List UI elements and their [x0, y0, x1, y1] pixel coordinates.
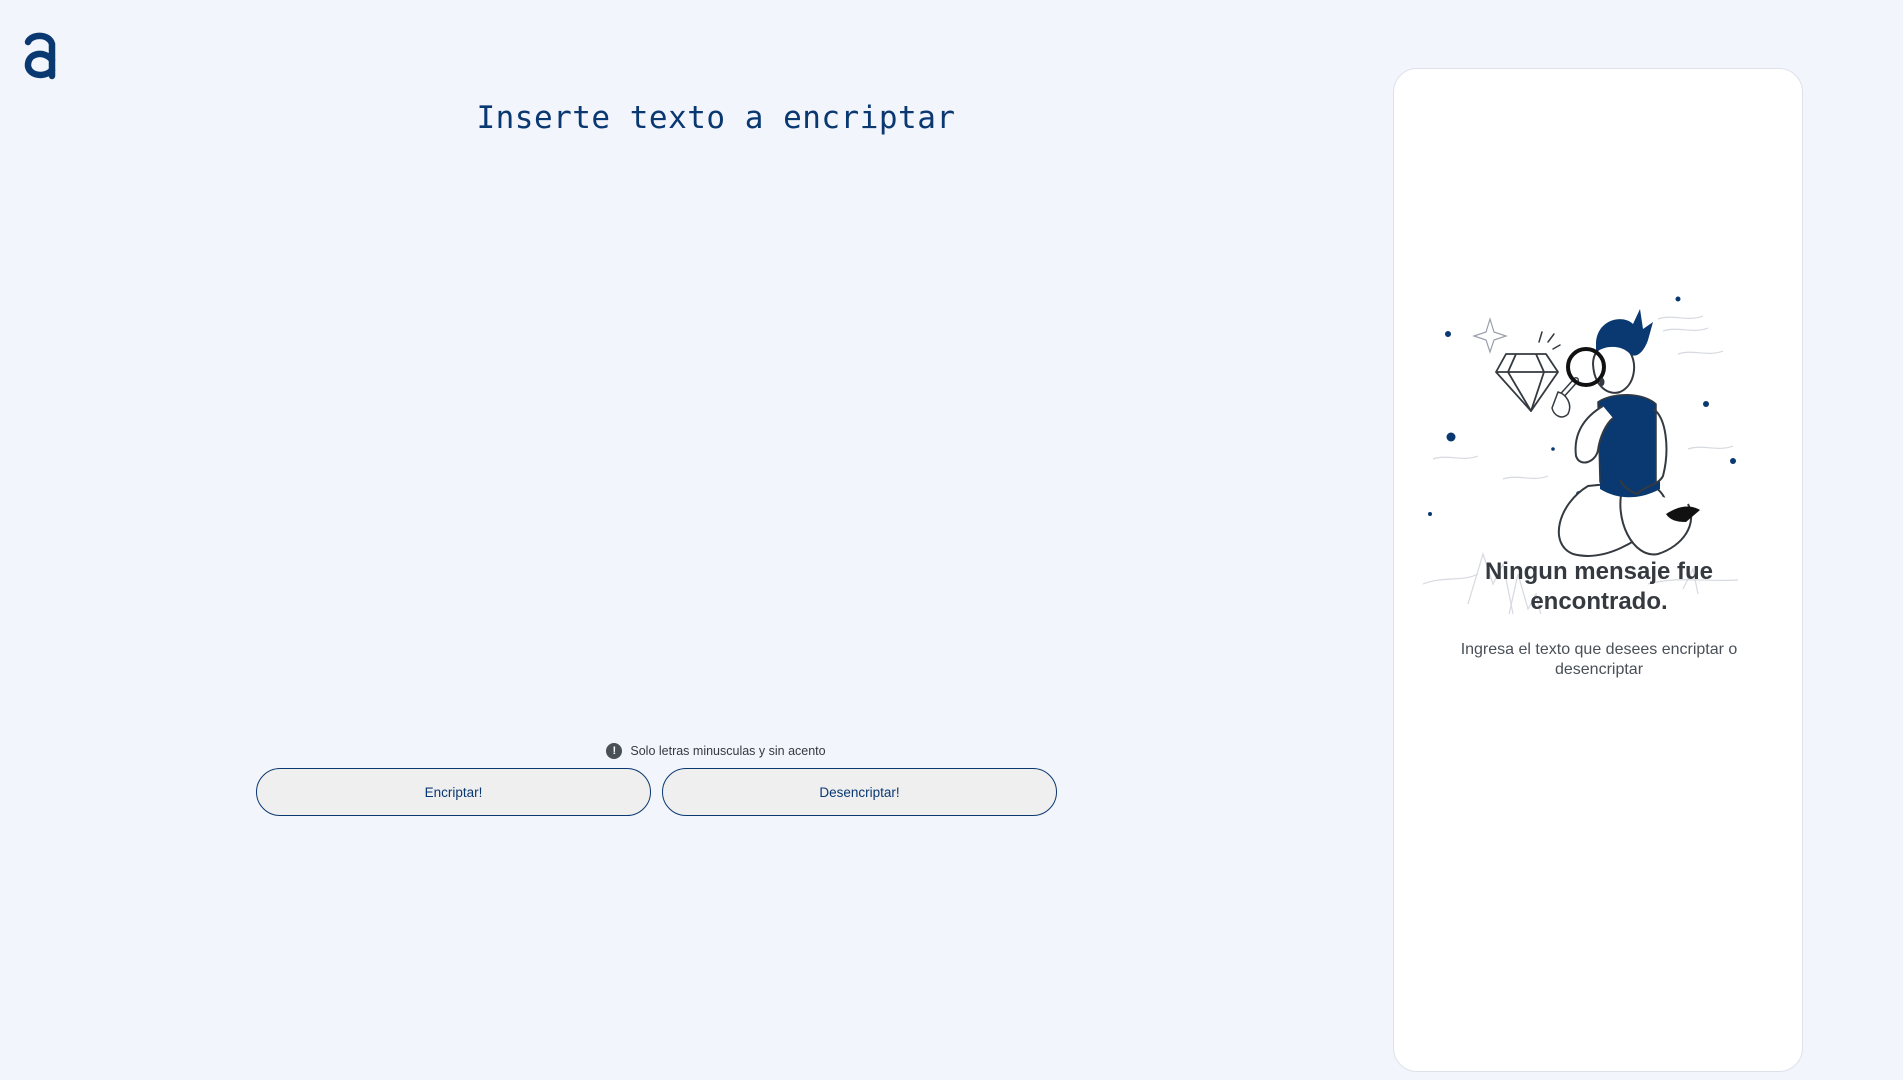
hint-text: Solo letras minusculas y sin acento: [630, 744, 826, 758]
person-with-magnifying-glass-illustration: [1422, 296, 1739, 614]
exclamation-circle-icon: !: [606, 743, 623, 759]
encrypt-button[interactable]: Encriptar!: [256, 768, 651, 816]
hint-message: ! Solo letras minusculas y sin acento: [256, 743, 1176, 759]
output-panel: Ningun mensaje fue encontrado. Ingresa e…: [1393, 68, 1803, 1072]
decrypt-button[interactable]: Desencriptar!: [662, 768, 1057, 816]
empty-state-title: Ningun mensaje fue encontrado.: [1484, 558, 1714, 615]
empty-state-subtitle: Ingresa el texto que desees encriptar o …: [1460, 641, 1738, 678]
text-input[interactable]: [256, 90, 1176, 730]
alura-logo-icon: [24, 32, 56, 80]
